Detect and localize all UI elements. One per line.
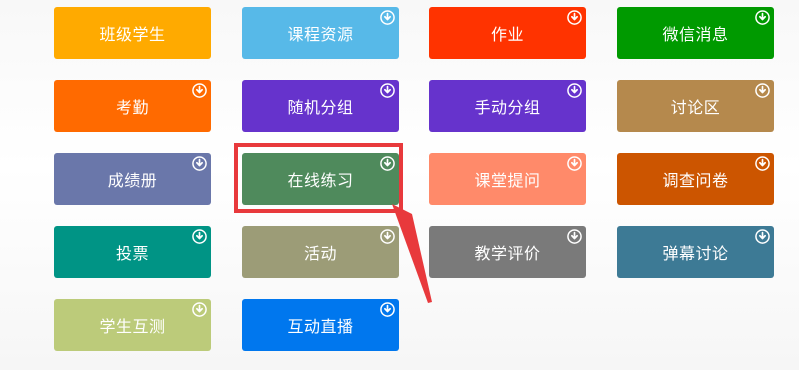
- annotation-arrow: [392, 204, 432, 303]
- tool-grid-panel: 班级学生 课程资源 作业 微信消息 考勤 随机分组 手动分组 讨论区 成绩册 在…: [0, 0, 799, 370]
